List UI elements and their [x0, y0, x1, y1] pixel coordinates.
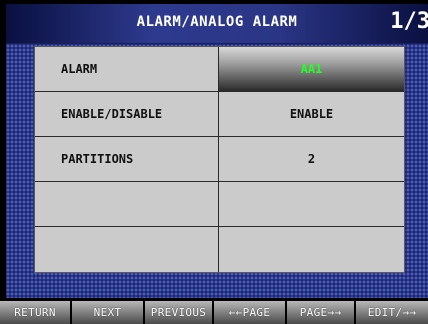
page-indicator: 1/3 — [390, 9, 428, 34]
row-value-partitions[interactable]: 2 — [219, 137, 404, 181]
row-label-empty-1 — [35, 182, 219, 226]
table-row-partitions[interactable]: PARTITIONS 2 — [35, 137, 404, 182]
row-value-empty-2 — [219, 227, 404, 272]
row-label-empty-2 — [35, 227, 219, 272]
row-value-enable-disable[interactable]: ENABLE — [219, 92, 404, 136]
partitions-value-text: 2 — [307, 152, 316, 166]
page-back-button[interactable]: ←←PAGE — [214, 301, 287, 324]
row-label-alarm: ALARM — [35, 47, 219, 91]
row-value-alarm[interactable]: AA1 — [219, 47, 404, 91]
softkey-bar: RETURN NEXT PREVIOUS ←←PAGE PAGE→→ EDIT/… — [0, 301, 428, 324]
page-forward-button[interactable]: PAGE→→ — [287, 301, 356, 324]
edit-button[interactable]: EDIT/→→ — [356, 301, 428, 324]
previous-button[interactable]: PREVIOUS — [145, 301, 214, 324]
alarm-value-text: AA1 — [300, 62, 323, 76]
enable-disable-value-text: ENABLE — [289, 107, 334, 121]
page-title: ALARM/ANALOG ALARM — [136, 14, 298, 30]
main-area: ALARM AA1 ENABLE/DISABLE ENABLE PARTITIO… — [6, 44, 428, 298]
device-screen: ALARM/ANALOG ALARM 1/3 ALARM AA1 ENABLE/… — [0, 0, 428, 324]
row-label-enable-disable: ENABLE/DISABLE — [35, 92, 219, 136]
title-bar: ALARM/ANALOG ALARM 1/3 — [6, 4, 428, 44]
settings-table: ALARM AA1 ENABLE/DISABLE ENABLE PARTITIO… — [34, 46, 405, 273]
return-button[interactable]: RETURN — [0, 301, 72, 324]
table-row-alarm[interactable]: ALARM AA1 — [35, 47, 404, 92]
table-row-empty-2 — [35, 227, 404, 272]
row-label-partitions: PARTITIONS — [35, 137, 219, 181]
row-value-empty-1 — [219, 182, 404, 226]
table-row-enable-disable[interactable]: ENABLE/DISABLE ENABLE — [35, 92, 404, 137]
next-button[interactable]: NEXT — [72, 301, 145, 324]
table-row-empty-1 — [35, 182, 404, 227]
